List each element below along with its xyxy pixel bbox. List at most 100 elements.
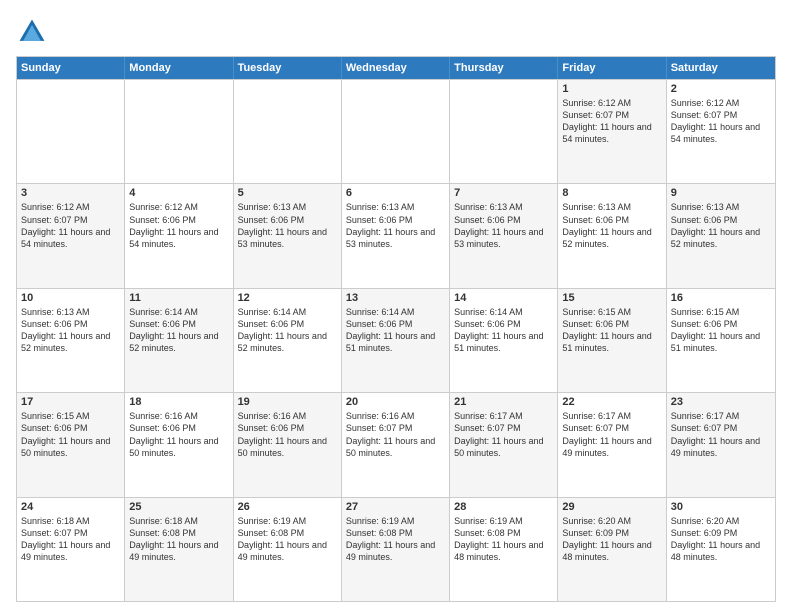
day-number: 24 [21, 501, 120, 513]
day-info: Sunrise: 6:15 AM Sunset: 6:06 PM Dayligh… [562, 306, 661, 355]
day-info: Sunrise: 6:17 AM Sunset: 6:07 PM Dayligh… [671, 410, 771, 459]
day-number: 11 [129, 292, 228, 304]
day-number: 10 [21, 292, 120, 304]
day-info: Sunrise: 6:19 AM Sunset: 6:08 PM Dayligh… [238, 515, 337, 564]
cal-cell-23: 23 Sunrise: 6:17 AM Sunset: 6:07 PM Dayli… [667, 393, 775, 496]
cal-cell-24: 24 Sunrise: 6:18 AM Sunset: 6:07 PM Dayli… [17, 498, 125, 601]
logo [16, 16, 52, 48]
cal-cell-5: 5 Sunrise: 6:13 AM Sunset: 6:06 PM Daylig… [234, 184, 342, 287]
day-number: 26 [238, 501, 337, 513]
cal-cell-11: 11 Sunrise: 6:14 AM Sunset: 6:06 PM Dayli… [125, 289, 233, 392]
cal-cell-27: 27Sunrise: 6:19 AM Sunset: 6:08 PM Dayli… [342, 498, 450, 601]
day-number: 8 [562, 187, 661, 199]
day-number: 6 [346, 187, 445, 199]
page: SundayMondayTuesdayWednesdayThursdayFrid… [0, 0, 792, 612]
day-info: Sunrise: 6:16 AM Sunset: 6:06 PM Dayligh… [238, 410, 337, 459]
cal-header-saturday: Saturday [667, 57, 775, 79]
cal-cell-29: 29Sunrise: 6:20 AM Sunset: 6:09 PM Dayli… [558, 498, 666, 601]
day-number: 3 [21, 187, 120, 199]
cal-cell-2: 2 Sunrise: 6:12 AM Sunset: 6:07 PM Daylig… [667, 80, 775, 183]
day-info: Sunrise: 6:12 AM Sunset: 6:07 PM Dayligh… [671, 97, 771, 146]
day-info: Sunrise: 6:13 AM Sunset: 6:06 PM Dayligh… [346, 201, 445, 250]
day-number: 23 [671, 396, 771, 408]
cal-cell-28: 28 Sunrise: 6:19 AM Sunset: 6:08 PM Dayli… [450, 498, 558, 601]
cal-header-friday: Friday [558, 57, 666, 79]
cal-week-2: 3Sunrise: 6:12 AM Sunset: 6:07 PM Daylig… [17, 183, 775, 287]
cal-header-thursday: Thursday [450, 57, 558, 79]
cal-week-1: 1 Sunrise: 6:12 AM Sunset: 6:07 PM Daylig… [17, 79, 775, 183]
day-number: 30 [671, 501, 771, 513]
header [16, 16, 776, 48]
cal-cell-empty-0-4 [450, 80, 558, 183]
cal-header-wednesday: Wednesday [342, 57, 450, 79]
day-number: 5 [238, 187, 337, 199]
cal-cell-15: 15 Sunrise: 6:15 AM Sunset: 6:06 PM Dayli… [558, 289, 666, 392]
cal-cell-14: 14 Sunrise: 6:14 AM Sunset: 6:06 PM Dayli… [450, 289, 558, 392]
cal-header-sunday: Sunday [17, 57, 125, 79]
day-info: Sunrise: 6:18 AM Sunset: 6:07 PM Dayligh… [21, 515, 120, 564]
day-number: 16 [671, 292, 771, 304]
cal-week-5: 24 Sunrise: 6:18 AM Sunset: 6:07 PM Dayli… [17, 497, 775, 601]
day-number: 27 [346, 501, 445, 513]
day-info: Sunrise: 6:14 AM Sunset: 6:06 PM Dayligh… [129, 306, 228, 355]
day-info: Sunrise: 6:15 AM Sunset: 6:06 PM Dayligh… [671, 306, 771, 355]
cal-cell-18: 18 Sunrise: 6:16 AM Sunset: 6:06 PM Dayli… [125, 393, 233, 496]
day-info: Sunrise: 6:18 AM Sunset: 6:08 PM Dayligh… [129, 515, 228, 564]
day-info: Sunrise: 6:14 AM Sunset: 6:06 PM Dayligh… [238, 306, 337, 355]
day-number: 18 [129, 396, 228, 408]
day-number: 28 [454, 501, 553, 513]
day-info: Sunrise: 6:12 AM Sunset: 6:07 PM Dayligh… [562, 97, 661, 146]
logo-icon [16, 16, 48, 48]
calendar-body: 1 Sunrise: 6:12 AM Sunset: 6:07 PM Daylig… [17, 79, 775, 601]
cal-cell-16: 16 Sunrise: 6:15 AM Sunset: 6:06 PM Dayli… [667, 289, 775, 392]
cal-cell-3: 3Sunrise: 6:12 AM Sunset: 6:07 PM Daylig… [17, 184, 125, 287]
cal-cell-10: 10 Sunrise: 6:13 AM Sunset: 6:06 PM Dayli… [17, 289, 125, 392]
day-number: 20 [346, 396, 445, 408]
cal-cell-9: 9 Sunrise: 6:13 AM Sunset: 6:06 PM Daylig… [667, 184, 775, 287]
cal-week-4: 17 Sunrise: 6:15 AM Sunset: 6:06 PM Dayli… [17, 392, 775, 496]
day-info: Sunrise: 6:13 AM Sunset: 6:06 PM Dayligh… [562, 201, 661, 250]
day-number: 1 [562, 83, 661, 95]
day-info: Sunrise: 6:13 AM Sunset: 6:06 PM Dayligh… [21, 306, 120, 355]
day-info: Sunrise: 6:17 AM Sunset: 6:07 PM Dayligh… [454, 410, 553, 459]
day-info: Sunrise: 6:13 AM Sunset: 6:06 PM Dayligh… [454, 201, 553, 250]
cal-cell-8: 8 Sunrise: 6:13 AM Sunset: 6:06 PM Daylig… [558, 184, 666, 287]
cal-cell-13: 13Sunrise: 6:14 AM Sunset: 6:06 PM Dayli… [342, 289, 450, 392]
calendar-header-row: SundayMondayTuesdayWednesdayThursdayFrid… [17, 57, 775, 79]
cal-cell-19: 19 Sunrise: 6:16 AM Sunset: 6:06 PM Dayli… [234, 393, 342, 496]
day-number: 9 [671, 187, 771, 199]
calendar: SundayMondayTuesdayWednesdayThursdayFrid… [16, 56, 776, 602]
cal-cell-25: 25Sunrise: 6:18 AM Sunset: 6:08 PM Dayli… [125, 498, 233, 601]
cal-cell-1: 1 Sunrise: 6:12 AM Sunset: 6:07 PM Daylig… [558, 80, 666, 183]
day-number: 12 [238, 292, 337, 304]
day-info: Sunrise: 6:20 AM Sunset: 6:09 PM Dayligh… [671, 515, 771, 564]
day-number: 29 [562, 501, 661, 513]
day-number: 15 [562, 292, 661, 304]
day-number: 21 [454, 396, 553, 408]
day-info: Sunrise: 6:16 AM Sunset: 6:06 PM Dayligh… [129, 410, 228, 459]
day-number: 2 [671, 83, 771, 95]
day-info: Sunrise: 6:15 AM Sunset: 6:06 PM Dayligh… [21, 410, 120, 459]
cal-cell-26: 26 Sunrise: 6:19 AM Sunset: 6:08 PM Dayli… [234, 498, 342, 601]
cal-cell-empty-0-2 [234, 80, 342, 183]
cal-cell-21: 21 Sunrise: 6:17 AM Sunset: 6:07 PM Dayli… [450, 393, 558, 496]
day-info: Sunrise: 6:14 AM Sunset: 6:06 PM Dayligh… [454, 306, 553, 355]
day-info: Sunrise: 6:17 AM Sunset: 6:07 PM Dayligh… [562, 410, 661, 459]
day-number: 17 [21, 396, 120, 408]
day-number: 19 [238, 396, 337, 408]
day-number: 14 [454, 292, 553, 304]
cal-header-monday: Monday [125, 57, 233, 79]
day-info: Sunrise: 6:13 AM Sunset: 6:06 PM Dayligh… [238, 201, 337, 250]
cal-header-tuesday: Tuesday [234, 57, 342, 79]
cal-cell-12: 12 Sunrise: 6:14 AM Sunset: 6:06 PM Dayli… [234, 289, 342, 392]
day-info: Sunrise: 6:19 AM Sunset: 6:08 PM Dayligh… [454, 515, 553, 564]
day-info: Sunrise: 6:13 AM Sunset: 6:06 PM Dayligh… [671, 201, 771, 250]
cal-cell-4: 4Sunrise: 6:12 AM Sunset: 6:06 PM Daylig… [125, 184, 233, 287]
day-number: 22 [562, 396, 661, 408]
cal-cell-20: 20Sunrise: 6:16 AM Sunset: 6:07 PM Dayli… [342, 393, 450, 496]
cal-cell-6: 6 Sunrise: 6:13 AM Sunset: 6:06 PM Daylig… [342, 184, 450, 287]
cal-cell-22: 22 Sunrise: 6:17 AM Sunset: 6:07 PM Dayli… [558, 393, 666, 496]
day-info: Sunrise: 6:14 AM Sunset: 6:06 PM Dayligh… [346, 306, 445, 355]
cal-cell-empty-0-1 [125, 80, 233, 183]
cal-cell-7: 7Sunrise: 6:13 AM Sunset: 6:06 PM Daylig… [450, 184, 558, 287]
